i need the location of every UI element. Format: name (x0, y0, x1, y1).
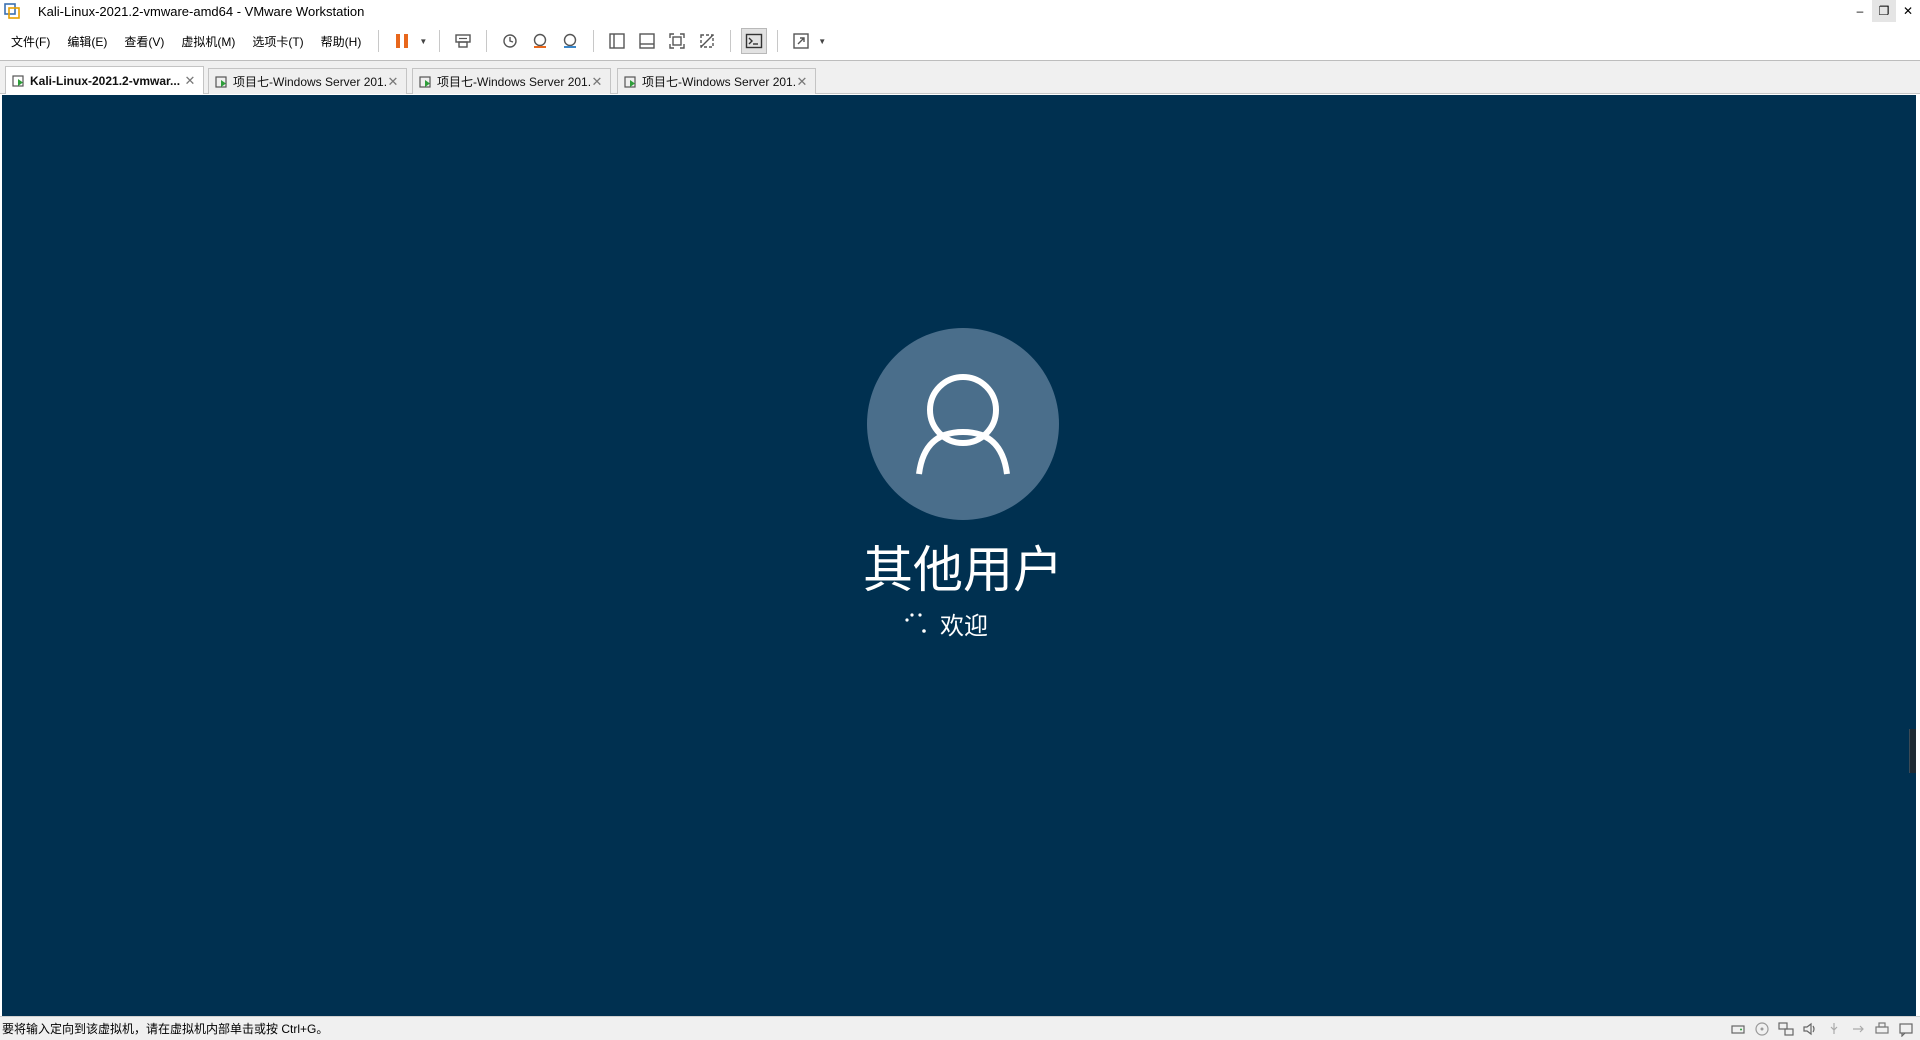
vm-running-icon (419, 75, 431, 88)
menu-view[interactable]: 查看(V) (116, 33, 172, 50)
vm-running-icon (12, 74, 24, 87)
console-view-icon (746, 33, 763, 49)
tab-label: 项目七-Windows Server 201... (642, 75, 795, 89)
toolbar-separator (777, 30, 779, 52)
usb-device-icon[interactable] (1850, 1021, 1866, 1037)
show-library-button[interactable] (604, 28, 630, 54)
window-title: Kali-Linux-2021.2-vmware-amd64 - VMware … (38, 3, 365, 19)
tab-label: 项目七-Windows Server 201... (437, 75, 590, 89)
vm-tab-bar: Kali-Linux-2021.2-vmwar... ✕ 项目七-Windows… (0, 61, 1920, 94)
message-icon[interactable] (1898, 1021, 1914, 1037)
toolbar-separator (486, 30, 488, 52)
avatar (867, 328, 1059, 520)
pause-button[interactable] (389, 28, 415, 54)
vm-console[interactable]: 其他用户 欢迎 (2, 95, 1916, 1016)
revert-snapshot-button[interactable] (527, 28, 553, 54)
vm-running-icon (624, 75, 636, 88)
tab-label: 项目七-Windows Server 201... (233, 75, 386, 89)
stretch-icon (793, 33, 809, 49)
stretch-dropdown-icon[interactable]: ▼ (818, 37, 826, 46)
title-bar: Kali-Linux-2021.2-vmware-amd64 - VMware … (0, 0, 1920, 22)
sound-icon[interactable] (1802, 1021, 1818, 1037)
snapshot-icon (503, 34, 517, 48)
loading-spinner-icon (905, 612, 926, 633)
device-status-icons (1722, 1021, 1914, 1037)
snapshot-manager-icon (564, 33, 577, 48)
tab-windows-server-1[interactable]: 项目七-Windows Server 201... ✕ (208, 68, 407, 94)
close-icon[interactable]: ✕ (386, 74, 400, 90)
status-hint: 要将输入定向到该虚拟机，请在虚拟机内部单击或按 Ctrl+G。 (2, 1022, 329, 1036)
tab-windows-server-3[interactable]: 项目七-Windows Server 201... ✕ (617, 68, 816, 94)
minimize-button[interactable]: – (1848, 0, 1872, 22)
thumbnail-bar-button[interactable] (634, 28, 660, 54)
window-controls: – ❐ ✕ (1848, 0, 1920, 22)
restore-button[interactable]: ❐ (1872, 0, 1896, 22)
full-screen-icon (669, 33, 685, 49)
menu-help[interactable]: 帮助(H) (313, 33, 370, 50)
tab-label: Kali-Linux-2021.2-vmwar... (30, 73, 181, 88)
menu-tabs[interactable]: 选项卡(T) (244, 33, 311, 50)
pause-icon (396, 34, 409, 48)
user-icon (916, 374, 1010, 475)
toolbar-separator (730, 30, 732, 52)
welcome-status: 欢迎 (902, 606, 988, 641)
send-keys-icon (455, 34, 471, 48)
vm-running-icon (215, 75, 227, 88)
snapshot-manager-button[interactable] (557, 28, 583, 54)
network-icon[interactable] (1778, 1021, 1794, 1037)
printer-icon[interactable] (1874, 1021, 1890, 1037)
menu-file[interactable]: 文件(F) (3, 33, 58, 50)
unity-icon (700, 34, 714, 48)
tab-kali-linux[interactable]: Kali-Linux-2021.2-vmwar... ✕ (5, 66, 204, 94)
close-icon[interactable]: ✕ (795, 74, 809, 90)
full-screen-button[interactable] (664, 28, 690, 54)
console-view-button[interactable] (741, 28, 768, 54)
menu-edit[interactable]: 编辑(E) (59, 33, 115, 50)
toolbar-separator (378, 30, 380, 52)
close-icon[interactable]: ✕ (183, 73, 197, 89)
toolbar-separator (593, 30, 595, 52)
menu-toolbar: 文件(F) 编辑(E) 查看(V) 虚拟机(M) 选项卡(T) 帮助(H) ▼ (0, 22, 1920, 61)
take-snapshot-button[interactable] (497, 28, 523, 54)
unity-button[interactable] (694, 28, 720, 54)
welcome-text: 欢迎 (940, 612, 988, 640)
user-name: 其他用户 (863, 541, 1063, 599)
stretch-guest-button[interactable] (788, 28, 814, 54)
status-bar: 要将输入定向到该虚拟机，请在虚拟机内部单击或按 Ctrl+G。 (0, 1016, 1920, 1040)
pause-dropdown-icon[interactable]: ▼ (419, 37, 427, 46)
menu-vm[interactable]: 虚拟机(M) (173, 33, 243, 50)
send-ctrl-alt-del-button[interactable] (450, 28, 476, 54)
close-icon[interactable]: ✕ (590, 74, 604, 90)
vmware-app-icon[interactable] (4, 3, 20, 19)
toolbar-separator (439, 30, 441, 52)
revert-snapshot-icon (534, 33, 547, 48)
cd-drive-icon[interactable] (1754, 1021, 1770, 1037)
thumbnail-bar-icon (639, 33, 655, 49)
tab-windows-server-2[interactable]: 项目七-Windows Server 201... ✕ (412, 68, 611, 94)
library-icon (609, 33, 625, 49)
usb-icon[interactable] (1826, 1021, 1842, 1037)
close-button[interactable]: ✕ (1896, 0, 1920, 22)
hard-disk-icon[interactable] (1730, 1021, 1746, 1037)
side-handle[interactable] (1909, 729, 1916, 773)
